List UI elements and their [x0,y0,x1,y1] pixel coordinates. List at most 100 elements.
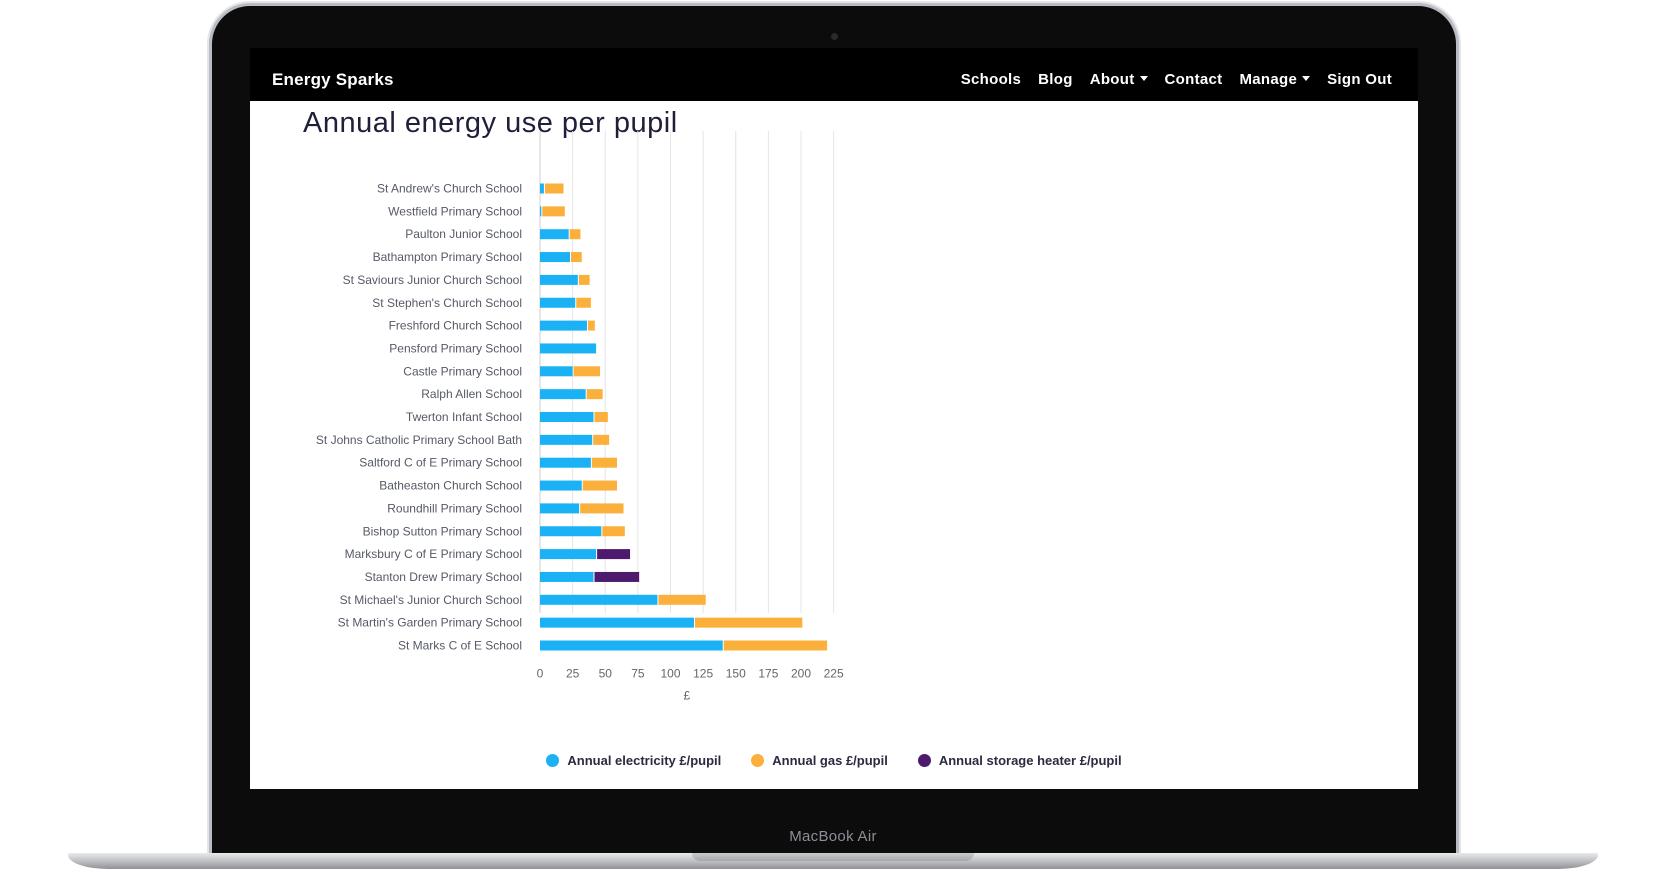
bar-electricity [540,183,544,194]
bar-gas [569,229,581,240]
bar-electricity [540,229,569,240]
caret-down-icon [1139,75,1148,81]
category-label: Ralph Allen School [421,387,522,401]
bar-gas [578,274,590,285]
bar-electricity [540,434,593,445]
bar-electricity [540,274,578,285]
screen: Energy Sparks Schools Blog About Contact… [250,48,1418,789]
bar-electricity [540,297,576,308]
nav-contact[interactable]: Contact [1165,71,1223,88]
bar-gas [573,366,601,377]
bar-gas [576,297,591,308]
bar-electricity [540,366,573,377]
nav-manage[interactable]: Manage [1239,71,1311,88]
category-label: Pensford Primary School [389,341,522,355]
bar-electricity [540,480,582,491]
content-area: Annual energy use per pupil St Andrew's … [250,101,1418,789]
bar-electricity [540,412,594,422]
category-label: St Michael's Junior Church School [340,593,522,607]
category-label: Paulton Junior School [405,227,522,241]
bar-gas [593,434,610,445]
bar-gas [582,480,617,491]
legend-label-gas: Annual gas £/pupil [772,753,888,768]
x-tick-label: 150 [726,666,746,680]
bar-gas [544,183,564,194]
bar-gas [694,617,803,628]
bar-electricity [540,571,594,582]
bar-electricity [540,594,658,605]
x-tick-label: 200 [791,666,811,680]
category-label: Freshford Church School [389,319,522,333]
bar-gas [658,594,706,605]
legend-dot-electricity [546,754,560,767]
bar-gas [594,412,608,422]
x-tick-label: 75 [631,666,645,680]
bar-gas [580,503,624,514]
bar-gas [542,206,565,217]
category-label: Stanton Drew Primary School [365,570,522,584]
category-label: St Andrew's Church School [377,182,522,196]
device-label: MacBook Air [789,828,877,845]
category-label: Twerton Infant School [406,410,522,424]
legend-label-storage-heater: Annual storage heater £/pupil [938,753,1122,768]
nav-about-label: About [1089,71,1135,88]
navbar: Energy Sparks Schools Blog About Contact… [250,48,1418,101]
category-label: Westfield Primary School [388,204,522,218]
category-label: Roundhill Primary School [387,501,522,515]
legend-item-storage-heater[interactable]: Annual storage heater £/pupil [917,753,1122,768]
bar-gas [586,389,603,400]
bar-electricity [540,206,542,217]
legend-item-electricity[interactable]: Annual electricity £/pupil [546,753,721,768]
bar-electricity [540,252,571,263]
category-label: St Johns Catholic Primary School Bath [316,433,522,447]
nav-manage-label: Manage [1239,71,1298,88]
bar-electricity [540,503,580,514]
brand-logo[interactable]: Energy Sparks [272,70,394,90]
legend-item-gas[interactable]: Annual gas £/pupil [751,753,888,768]
x-tick-label: 50 [599,666,613,680]
bar-chart: St Andrew's Church School Westfield Prima… [316,131,844,702]
nav-sign-out[interactable]: Sign Out [1327,71,1392,88]
category-label: St Saviours Junior Church School [343,273,522,287]
category-label: Bathampton Primary School [373,250,522,264]
category-label: Castle Primary School [403,364,522,378]
nav-blog[interactable]: Blog [1038,71,1073,88]
legend-dot-gas [751,754,765,767]
bar-gas [602,526,625,537]
bar-gas [571,252,582,263]
category-label: Marksbury C of E Primary School [345,547,522,561]
x-tick-label: 0 [537,666,544,680]
bar-electricity [540,549,597,560]
category-label: St Marks C of E School [398,639,522,653]
x-tick-label: 225 [824,666,844,680]
bar-gas [723,640,828,651]
bar-gas [587,320,595,331]
bar-electricity [540,457,591,468]
bar-electricity [540,640,723,651]
category-label: Batheaston Church School [379,479,522,493]
x-axis-title: £ [683,688,690,702]
nav-links: Schools Blog About Contact Manage Sign O… [961,71,1392,88]
caret-down-icon [1302,75,1311,81]
laptop-notch [692,853,974,861]
bar-storage-heater [594,571,640,582]
chart-legend: Annual electricity £/pupil Annual gas £/… [250,753,1418,768]
bar-electricity [540,389,586,400]
camera-icon [831,33,838,40]
category-label: St Martin's Garden Primary School [338,616,522,630]
bar-electricity [540,526,602,537]
bar-electricity [540,343,597,354]
x-tick-label: 175 [758,666,778,680]
bar-electricity [540,617,694,628]
category-label: Bishop Sutton Primary School [363,524,522,538]
x-tick-label: 125 [693,666,713,680]
legend-dot-storage-heater [917,754,931,767]
nav-about[interactable]: About [1090,71,1148,88]
bar-storage-heater [597,549,631,560]
bar-gas [591,457,617,468]
nav-schools[interactable]: Schools [961,71,1021,88]
bar-electricity [540,320,587,331]
legend-label-electricity: Annual electricity £/pupil [567,753,722,768]
x-tick-label: 25 [566,666,580,680]
category-label: Saltford C of E Primary School [359,456,522,470]
